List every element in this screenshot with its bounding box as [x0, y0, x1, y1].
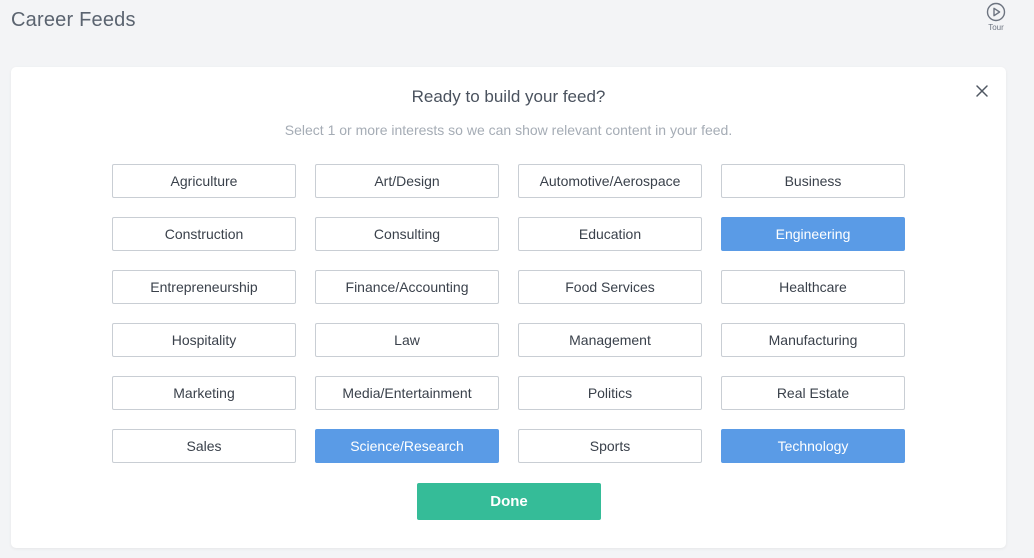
interest-marketing[interactable]: Marketing: [112, 376, 296, 410]
interest-construction[interactable]: Construction: [112, 217, 296, 251]
interest-sports[interactable]: Sports: [518, 429, 702, 463]
play-circle-icon: [986, 2, 1006, 22]
interest-science-research[interactable]: Science/Research: [315, 429, 499, 463]
interest-real-estate[interactable]: Real Estate: [721, 376, 905, 410]
interest-manufacturing[interactable]: Manufacturing: [721, 323, 905, 357]
interest-education[interactable]: Education: [518, 217, 702, 251]
interest-agriculture[interactable]: Agriculture: [112, 164, 296, 198]
done-button[interactable]: Done: [417, 483, 601, 520]
interest-grid: Agriculture Art/Design Automotive/Aerospac…: [112, 164, 906, 463]
interest-healthcare[interactable]: Healthcare: [721, 270, 905, 304]
interest-sales[interactable]: Sales: [112, 429, 296, 463]
tour-button[interactable]: Tour: [983, 2, 1009, 32]
interest-entrepreneurship[interactable]: Entrepreneurship: [112, 270, 296, 304]
interest-engineering[interactable]: Engineering: [721, 217, 905, 251]
interest-hospitality[interactable]: Hospitality: [112, 323, 296, 357]
interest-finance-accounting[interactable]: Finance/Accounting: [315, 270, 499, 304]
interests-modal: Ready to build your feed? Select 1 or mo…: [11, 67, 1006, 548]
interest-consulting[interactable]: Consulting: [315, 217, 499, 251]
interest-technology[interactable]: Technology: [721, 429, 905, 463]
interest-art-design[interactable]: Art/Design: [315, 164, 499, 198]
tour-label: Tour: [988, 23, 1004, 32]
interest-management[interactable]: Management: [518, 323, 702, 357]
modal-heading: Ready to build your feed?: [411, 87, 606, 106]
interest-politics[interactable]: Politics: [518, 376, 702, 410]
page-title: Career Feeds: [11, 9, 136, 31]
interest-automotive-aerospace[interactable]: Automotive/Aerospace: [518, 164, 702, 198]
interest-media-entertainment[interactable]: Media/Entertainment: [315, 376, 499, 410]
interest-business[interactable]: Business: [721, 164, 905, 198]
interest-food-services[interactable]: Food Services: [518, 270, 702, 304]
interest-law[interactable]: Law: [315, 323, 499, 357]
modal-subheading: Select 1 or more interests so we can sho…: [284, 122, 733, 138]
